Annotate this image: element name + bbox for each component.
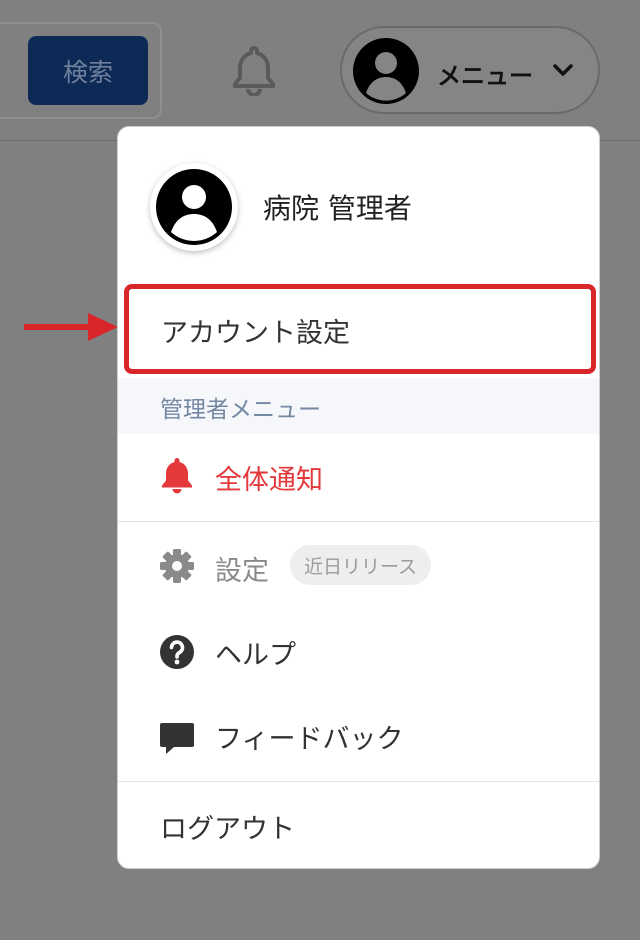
admin-section-header: 管理者メニュー [118,378,599,434]
menu-item-label: 全体通知 [215,465,323,496]
comment-icon [158,719,196,757]
coming-soon-badge: 近日リリース [290,545,432,585]
user-name: 病院 管理者 [263,192,412,225]
header-bar: 検索 メニュー [0,0,640,141]
question-circle-icon [158,633,196,671]
logout-label: ログアウト [160,814,295,845]
menu-item-settings: 設定 近日リリース [118,525,599,609]
menu-item-feedback[interactable]: フィードバック [118,693,599,777]
search-button-label: 検索 [62,57,113,87]
admin-section-label: 管理者メニュー [160,397,321,423]
menu-item-help[interactable]: ヘルプ [118,609,599,693]
menu-item-label: 設定 [215,556,269,587]
account-settings-item[interactable]: アカウント設定 [124,284,596,374]
arrow-right-icon [24,312,120,342]
menu-item-label: ヘルプ [215,640,296,671]
avatar-icon [352,37,420,105]
user-menu-label: メニュー [437,62,533,90]
chevron-down-icon [552,62,574,78]
profile-header: 病院 管理者 [118,127,599,282]
menu-item-label: フィードバック [215,724,404,755]
menu-item-global-notification[interactable]: 全体通知 [118,434,599,518]
search-button[interactable]: 検索 [28,36,148,105]
divider [118,781,599,782]
avatar [150,163,238,251]
bell-icon [158,456,196,494]
divider [118,521,599,522]
logout-item[interactable]: ログアウト [118,783,599,867]
user-dropdown-menu: 病院 管理者 アカウント設定 管理者メニュー 全体通知 設定 近日リリース ヘル… [117,126,600,869]
account-settings-label: アカウント設定 [161,318,350,349]
notification-bell-icon[interactable] [229,44,279,97]
user-menu-button[interactable]: メニュー [340,26,600,114]
gear-icon [158,547,196,585]
